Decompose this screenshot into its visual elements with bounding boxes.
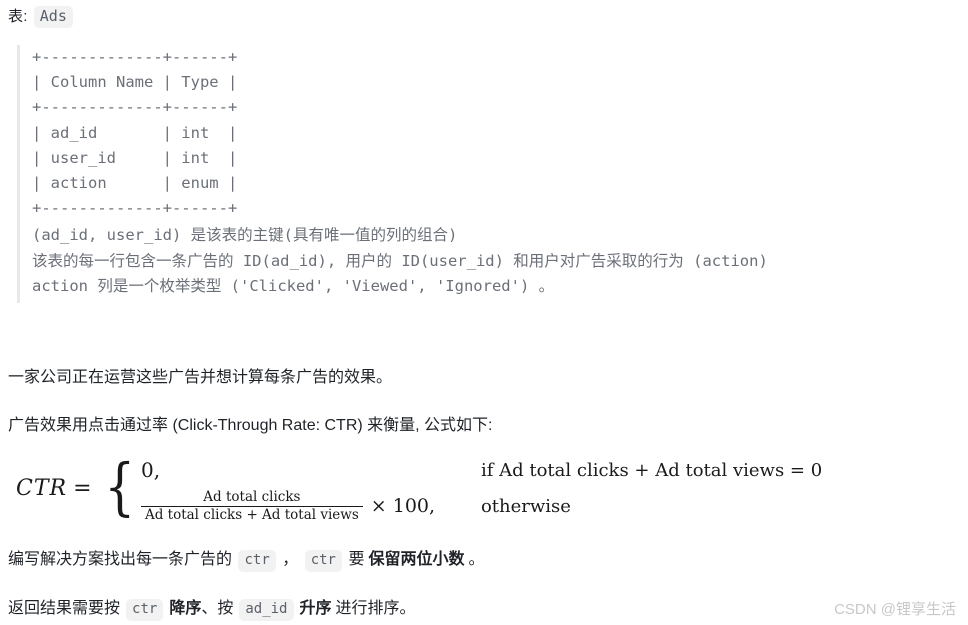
solution-bold-text: 保留两位小数: [368, 551, 465, 568]
paragraph-order: 返回结果需要按 ctr 降序、按 ad_id 升序 进行排序。: [8, 597, 416, 621]
formula-fraction-denominator: Ad total clicks + Ad total views: [140, 505, 363, 523]
paragraph-ctr-intro: 广告效果用点击通过率 (Click-Through Rate: CTR) 来衡量…: [8, 414, 493, 438]
order-text-3: 进行排序。: [335, 600, 416, 617]
order-bold-asc: 升序: [299, 600, 332, 617]
formula-case-ratio: Ad total clicks Ad total clicks + Ad tot…: [140, 488, 822, 524]
formula-times-hundred: × 100,: [370, 495, 436, 517]
solution-text-1: 编写解决方案找出每一条广告的: [8, 551, 233, 568]
order-adid-badge: ad_id: [239, 599, 294, 621]
csdn-watermark: CSDN @锂享生活: [834, 601, 956, 618]
formula-equals: =: [73, 475, 92, 501]
formula-case-ratio-condition: otherwise: [480, 495, 571, 517]
formula-cases: 0, if Ad total clicks + Ad total views =…: [140, 452, 822, 524]
formula-case-ratio-value: Ad total clicks Ad total clicks + Ad tot…: [140, 488, 481, 523]
solution-ctr-badge-2: ctr: [304, 550, 342, 572]
paragraph-solution: 编写解决方案找出每一条广告的 ctr ， ctr 要保留两位小数。: [8, 548, 484, 572]
table-label: 表:: [8, 8, 28, 25]
schema-ascii-table: +-------------+------+ | Column Name | T…: [32, 48, 238, 218]
paragraph-ctr-intro-text: 广告效果用点击通过率 (Click-Through Rate: CTR) 来衡量…: [8, 417, 493, 434]
table-name-badge: Ads: [33, 6, 73, 28]
order-text-1: 返回结果需要按: [8, 600, 121, 617]
order-ctr-badge: ctr: [126, 599, 164, 621]
formula-case-zero-value: 0,: [140, 458, 161, 482]
formula-case-zero: 0, if Ad total clicks + Ad total views =…: [141, 452, 822, 488]
solution-text-2: 要: [348, 551, 365, 568]
schema-blockquote: +-------------+------+ | Column Name | T…: [17, 45, 768, 303]
solution-ctr-badge-1: ctr: [238, 550, 276, 572]
formula-left-brace: {: [103, 449, 135, 523]
paragraph-company: 一家公司正在运营这些广告并想计算每条广告的效果。: [8, 366, 392, 390]
formula-fraction-numerator: Ad total clicks: [203, 488, 301, 505]
formula-case-zero-condition: if Ad total clicks + Ad total views = 0: [480, 459, 823, 481]
table-title: 表: Ads: [8, 6, 75, 28]
formula-fraction: Ad total clicks Ad total clicks + Ad tot…: [140, 488, 363, 523]
ctr-formula: CTR = { 0, if Ad total clicks + Ad total…: [16, 452, 822, 524]
solution-text-3: 。: [468, 551, 485, 568]
order-bold-desc: 降序: [169, 600, 202, 617]
solution-comma: ，: [282, 551, 299, 568]
paragraph-company-text: 一家公司正在运营这些广告并想计算每条广告的效果。: [8, 369, 393, 386]
formula-lhs: CTR: [16, 475, 68, 501]
order-text-2: 、按: [201, 600, 234, 617]
schema-notes: (ad_id, user_id) 是该表的主键(具有唯一值的列的组合) 该表的每…: [32, 226, 768, 295]
